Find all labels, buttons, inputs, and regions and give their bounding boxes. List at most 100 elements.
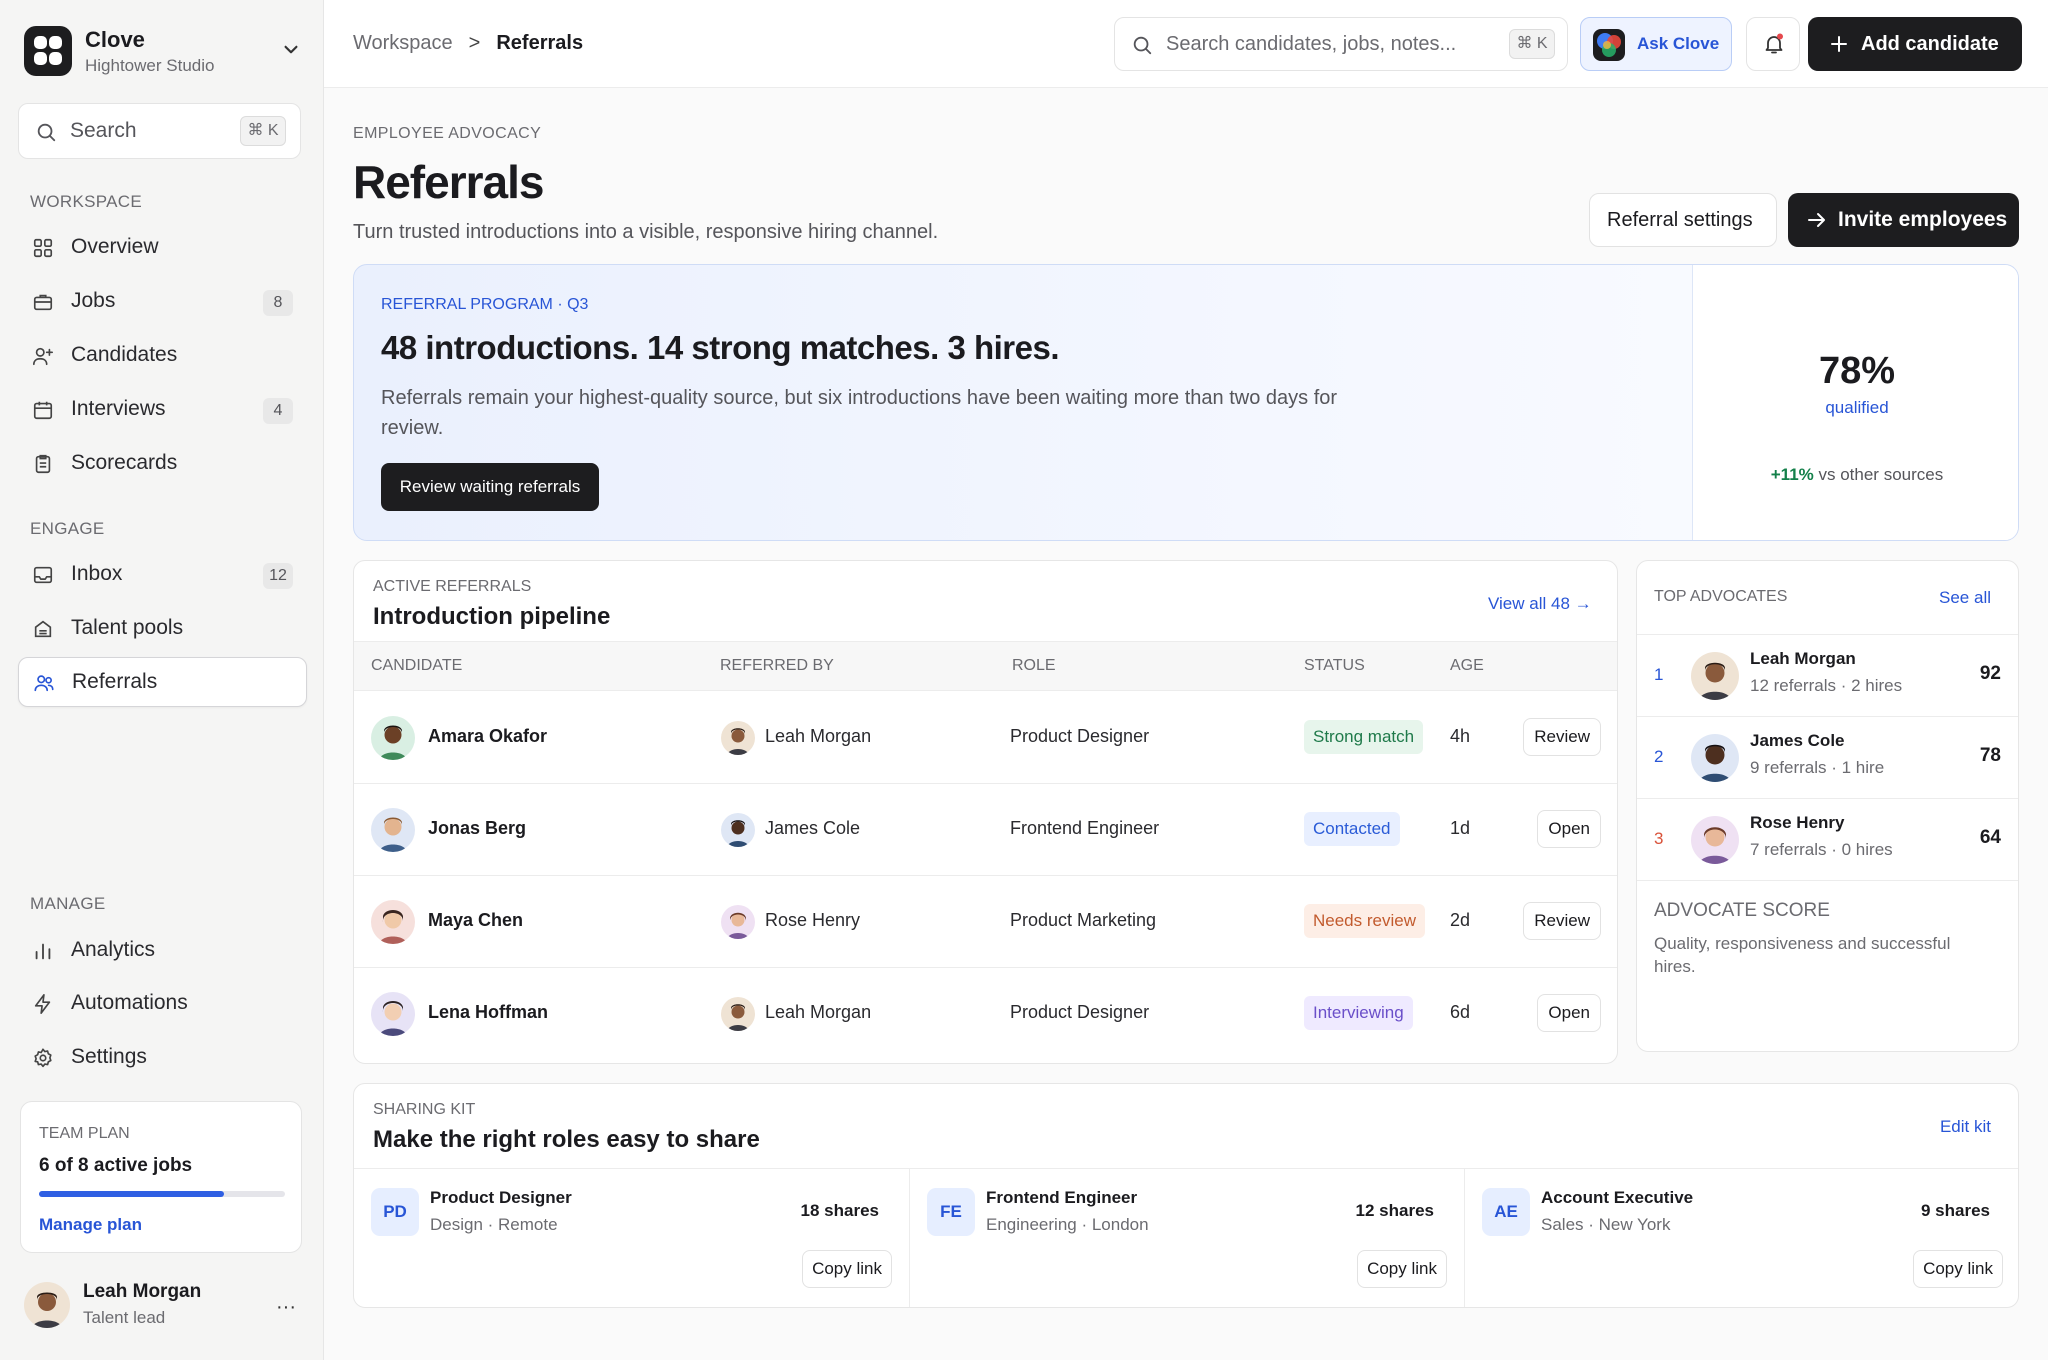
advocate-rank: 1 [1654,665,1664,684]
page-subtitle: Turn trusted introductions into a visibl… [353,221,939,243]
candidate-name[interactable]: Maya Chen [428,910,523,931]
sidebar-item-inbox[interactable]: Inbox 12 [18,550,307,600]
role-name: Product Designer [1010,1002,1150,1022]
sidebar-item-label: Inbox [71,562,123,585]
referrer-name: Rose Henry [765,910,861,930]
candidate-name[interactable]: Lena Hoffman [428,1002,548,1023]
table-row[interactable]: Lena Hoffman Leah Morgan Product Designe… [354,968,1617,1060]
ask-clove-button[interactable]: Ask Clove [1580,17,1732,71]
referral-settings-label: Referral settings [1607,209,1753,231]
table-row[interactable]: Amara Okafor Leah Morgan Product Designe… [354,692,1617,784]
delta-label: vs other sources [1818,465,1944,484]
sidebar-item-label: Analytics [71,938,156,961]
advocate-row[interactable]: 1 Leah Morgan 12 referrals · 2 hires 92 [1637,635,2018,717]
age-value: 2d [1450,910,1471,930]
candidate-name[interactable]: Amara Okafor [428,726,547,747]
bar-chart-icon [35,943,51,960]
status-badge: Strong match [1304,720,1424,754]
briefcase-icon [33,294,53,311]
column-header: AGE [1450,657,1484,674]
table-row[interactable]: Jonas Berg James Cole Frontend Engineer … [354,784,1617,876]
sidebar-item-settings[interactable]: Settings [18,1033,307,1083]
manage-plan-link[interactable]: Manage plan [39,1215,142,1235]
table-header: CANDIDATE REFERRED BY ROLE STATUS AGE [354,641,1617,691]
role-monogram: AE [1482,1188,1530,1236]
sidebar: Clove Hightower Studio Search ⌘ K WORKSP… [0,0,324,1360]
pipeline-eyebrow: ACTIVE REFERRALS [373,578,532,595]
introduction-pipeline-card: ACTIVE REFERRALS Introduction pipeline V… [353,560,1618,1064]
age-value: 4h [1450,726,1471,746]
row-action-button[interactable]: Open [1537,994,1601,1032]
table-row[interactable]: Maya Chen Rose Henry Product Marketing N… [354,876,1617,968]
avatar [721,905,755,939]
advocates-eyebrow: TOP ADVOCATES [1654,588,1788,605]
count-badge: 4 [263,398,293,424]
kit-title: Make the right roles easy to share [373,1126,760,1153]
referral-settings-button[interactable]: Referral settings [1589,193,1777,247]
sidebar-item-label: Automations [71,991,188,1014]
column-header: CANDIDATE [371,657,463,674]
sidebar-item-talent-pools[interactable]: Talent pools [18,604,307,654]
sidebar-item-label: Settings [71,1045,147,1068]
share-role-item: PD Product Designer Design · Remote 18 s… [354,1168,909,1307]
row-action-button[interactable]: Review [1523,718,1601,756]
breadcrumb-separator: > [468,32,481,54]
copy-link-button[interactable]: Copy link [1357,1250,1447,1288]
clipboard-icon [35,454,51,474]
breadcrumb-parent[interactable]: Workspace [353,32,453,54]
avatar [371,992,415,1036]
advocate-score-title: ADVOCATE SCORE [1654,900,1830,921]
plan-progress-fill [39,1191,224,1197]
review-waiting-referrals-button[interactable]: Review waiting referrals [381,463,599,511]
advocate-name: James Cole [1750,731,1845,750]
more-icon[interactable]: ··· [276,1296,296,1319]
invite-employees-button[interactable]: Invite employees [1788,193,2019,247]
current-user[interactable]: Leah Morgan Talent lead ··· [24,1280,304,1332]
sidebar-item-jobs[interactable]: Jobs 8 [18,277,307,327]
age-value: 1d [1450,818,1471,838]
candidate-name[interactable]: Jonas Berg [428,818,526,839]
sidebar-item-candidates[interactable]: Candidates [18,331,307,381]
share-role-item: AE Account Executive Sales · New York 9 … [1464,1168,2018,1307]
sidebar-item-referrals[interactable]: Referrals [18,657,307,707]
advocate-row[interactable]: 2 James Cole 9 referrals · 1 hire 78 [1637,717,2018,799]
sidebar-item-label: Referrals [72,670,158,693]
advocate-row[interactable]: 3 Rose Henry 7 referrals · 0 hires 64 [1637,799,2018,881]
qualified-label: qualified [1825,398,1889,417]
inbox-icon [33,566,53,584]
comparison-text: +11% vs other sources [1693,465,2018,485]
see-all-link[interactable]: See all [1939,588,1991,608]
copy-link-button[interactable]: Copy link [802,1250,892,1288]
page-eyebrow: EMPLOYEE ADVOCACY [353,125,542,142]
view-all-link[interactable]: View all 48 → [1488,594,1592,614]
share-count: 18 shares [800,1201,879,1220]
sidebar-item-scorecards[interactable]: Scorecards [18,439,307,489]
breadcrumb-current: Referrals [496,32,584,54]
workspace-switcher[interactable]: Clove Hightower Studio [24,26,304,78]
sidebar-search[interactable]: Search ⌘ K [18,103,301,159]
add-candidate-label: Add candidate [1861,33,1999,55]
chevron-down-icon [284,45,298,54]
notifications-button[interactable] [1746,17,1800,71]
advocate-name: Rose Henry [1750,813,1845,832]
sidebar-item-analytics[interactable]: Analytics [18,926,307,976]
column-header: ROLE [1012,657,1056,674]
avatar [721,813,755,847]
global-search-input[interactable]: Search candidates, jobs, notes... ⌘ K [1114,17,1568,71]
plus-icon [1831,36,1847,52]
edit-kit-link[interactable]: Edit kit [1940,1117,1991,1137]
sidebar-item-interviews[interactable]: Interviews 4 [18,385,307,435]
add-candidate-button[interactable]: Add candidate [1808,17,2022,71]
advocate-rank: 2 [1654,747,1664,766]
search-icon [37,123,56,142]
sidebar-item-automations[interactable]: Automations [18,979,307,1029]
sidebar-item-label: Scorecards [71,451,178,474]
avatar [721,997,755,1031]
row-action-button[interactable]: Review [1523,902,1601,940]
sidebar-item-overview[interactable]: Overview [18,223,307,273]
advocate-rank: 3 [1654,829,1664,848]
advocate-score: 64 [1979,827,2001,848]
share-role-meta: Engineering · London [986,1215,1149,1234]
row-action-button[interactable]: Open [1537,810,1601,848]
copy-link-button[interactable]: Copy link [1913,1250,2003,1288]
